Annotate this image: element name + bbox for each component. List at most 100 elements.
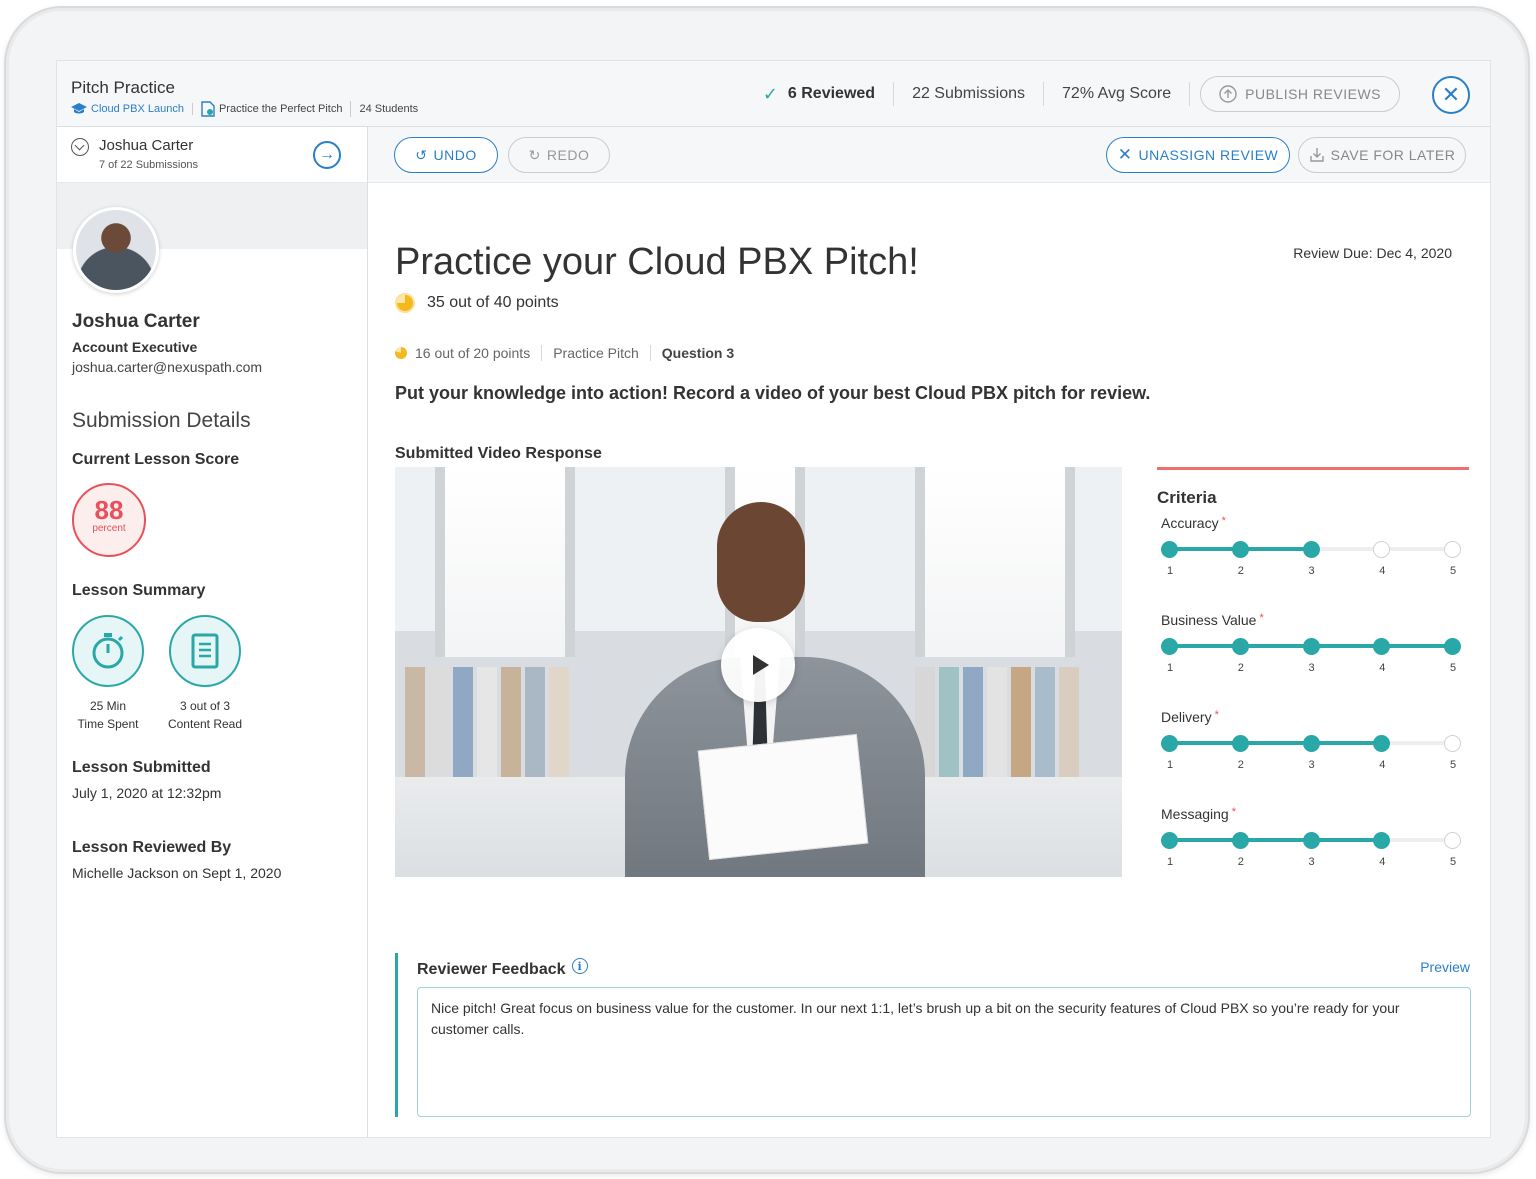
rating-scale-labels: 1 2 3 4 5 bbox=[1161, 662, 1461, 676]
criterion-name-text: Accuracy bbox=[1161, 515, 1219, 531]
rating-scale-label: 4 bbox=[1379, 759, 1386, 771]
slider-fill bbox=[1170, 741, 1383, 745]
rating-slider[interactable] bbox=[1161, 539, 1461, 559]
stopwatch-badge bbox=[72, 615, 144, 687]
rating-point-1[interactable] bbox=[1161, 638, 1178, 655]
time-spent-summary: 25 Min Time Spent bbox=[58, 615, 158, 733]
rating-point-1[interactable] bbox=[1161, 541, 1178, 558]
rating-point-4[interactable] bbox=[1373, 832, 1391, 849]
rating-point-2[interactable] bbox=[1231, 541, 1249, 558]
student-role: Account Executive bbox=[72, 339, 198, 355]
student-sidebar: Joshua Carter 7 of 22 Submissions → Josh… bbox=[57, 127, 368, 1137]
rating-point-5[interactable] bbox=[1444, 832, 1461, 849]
avatar bbox=[73, 207, 159, 293]
required-marker: * bbox=[1214, 709, 1219, 721]
question-number: Question 3 bbox=[661, 345, 735, 361]
content-read-summary: 3 out of 3 Content Read bbox=[155, 615, 255, 733]
rating-scale-label: 5 bbox=[1449, 759, 1457, 771]
time-spent-label: Time Spent bbox=[77, 717, 139, 731]
undo-button[interactable]: ↺ UNDO bbox=[394, 137, 498, 173]
document-icon bbox=[191, 633, 219, 669]
save-for-later-button[interactable]: SAVE FOR LATER bbox=[1298, 137, 1466, 173]
rating-scale-label: 4 bbox=[1379, 565, 1386, 577]
rating-point-2[interactable] bbox=[1231, 638, 1249, 655]
chevron-down-icon[interactable] bbox=[71, 138, 89, 156]
student-switcher[interactable]: Joshua Carter 7 of 22 Submissions → bbox=[57, 127, 367, 183]
breadcrumb-lesson[interactable]: Practice the Perfect Pitch bbox=[201, 101, 352, 117]
reviewed-stat: ✓ 6 Reviewed bbox=[745, 82, 895, 106]
document-badge bbox=[169, 615, 241, 687]
rating-point-3[interactable] bbox=[1302, 832, 1320, 849]
video-scene-head bbox=[717, 502, 805, 622]
arrow-right-icon: → bbox=[319, 146, 335, 163]
criteria-panel: Criteria Accuracy * 1 2 3 4 5 Business Value * 1 2… bbox=[1157, 467, 1469, 868]
rating-scale-label: 1 bbox=[1166, 565, 1174, 577]
rating-scale-label: 1 bbox=[1166, 662, 1174, 674]
unassign-review-label: UNASSIGN REVIEW bbox=[1138, 147, 1279, 163]
student-switcher-position: 7 of 22 Submissions bbox=[99, 159, 199, 171]
save-for-later-label: SAVE FOR LATER bbox=[1330, 147, 1456, 163]
student-name: Joshua Carter bbox=[72, 311, 200, 332]
rating-slider[interactable] bbox=[1161, 636, 1461, 656]
rating-point-4[interactable] bbox=[1373, 735, 1391, 752]
download-icon bbox=[1309, 148, 1324, 162]
rating-scale-label: 5 bbox=[1449, 565, 1457, 577]
criterion-name: Business Value * bbox=[1161, 612, 1461, 628]
rating-scale-label: 3 bbox=[1308, 565, 1315, 577]
criteria-accent-bar bbox=[1157, 467, 1469, 470]
undo-label: UNDO bbox=[433, 147, 477, 163]
preview-link[interactable]: Preview bbox=[1420, 959, 1470, 975]
rating-point-1[interactable] bbox=[1161, 832, 1178, 849]
assignment-title: Practice your Cloud PBX Pitch! bbox=[395, 241, 919, 283]
rating-point-3[interactable] bbox=[1302, 638, 1320, 655]
rating-scale-label: 5 bbox=[1449, 856, 1457, 868]
content-read-label: Content Read bbox=[167, 717, 243, 731]
redo-button[interactable]: ↻ REDO bbox=[508, 137, 610, 173]
criterion-messaging: Messaging * 1 2 3 4 5 bbox=[1161, 806, 1461, 870]
required-marker: * bbox=[1259, 612, 1264, 624]
progress-pie-small-icon bbox=[395, 347, 407, 359]
video-scene-paper bbox=[697, 733, 869, 861]
question-points: 16 out of 20 points bbox=[395, 345, 543, 361]
reviewer-feedback-input[interactable]: Nice pitch! Great focus on business valu… bbox=[417, 987, 1471, 1117]
rating-point-4[interactable] bbox=[1373, 638, 1391, 655]
close-button[interactable]: ✕ bbox=[1432, 76, 1470, 114]
score-unit: percent bbox=[92, 523, 126, 534]
rating-point-4[interactable] bbox=[1373, 541, 1391, 558]
submission-details-title: Submission Details bbox=[72, 409, 251, 432]
info-icon[interactable]: i bbox=[571, 958, 588, 974]
rating-scale-labels: 1 2 3 4 5 bbox=[1161, 565, 1461, 579]
rating-scale-label: 3 bbox=[1308, 856, 1315, 868]
rating-point-2[interactable] bbox=[1231, 735, 1249, 752]
rating-slider[interactable] bbox=[1161, 830, 1461, 850]
video-scene-window bbox=[435, 467, 575, 657]
lesson-reviewed-value: Michelle Jackson on Sept 1, 2020 bbox=[72, 865, 282, 881]
rating-slider[interactable] bbox=[1161, 733, 1461, 753]
breadcrumb-course[interactable]: Cloud PBX Launch bbox=[71, 103, 193, 115]
rating-point-5[interactable] bbox=[1444, 638, 1461, 655]
review-due-date: Review Due: Dec 4, 2020 bbox=[1293, 245, 1452, 261]
app-screen: Pitch Practice Cloud PBX Launch Practice… bbox=[56, 60, 1491, 1138]
rating-point-3[interactable] bbox=[1302, 541, 1320, 558]
rating-point-5[interactable] bbox=[1444, 735, 1461, 752]
criterion-name-text: Delivery bbox=[1161, 709, 1212, 725]
criterion-name: Delivery * bbox=[1161, 709, 1461, 725]
publish-reviews-button[interactable]: PUBLISH REVIEWS bbox=[1200, 76, 1400, 112]
reviewed-count: 6 Reviewed bbox=[787, 85, 876, 102]
next-student-button[interactable]: → bbox=[313, 141, 341, 169]
tablet-frame: Pitch Practice Cloud PBX Launch Practice… bbox=[4, 6, 1530, 1174]
reviewer-feedback-header: Reviewer Feedback i bbox=[417, 958, 588, 979]
video-response-label: Submitted Video Response bbox=[395, 445, 602, 462]
reviewer-feedback-section: Reviewer Feedback i Preview Nice pitch! … bbox=[395, 953, 1471, 1117]
student-email: joshua.carter@nexuspath.com bbox=[72, 359, 263, 375]
rating-point-2[interactable] bbox=[1231, 832, 1249, 849]
play-button[interactable] bbox=[721, 628, 795, 702]
video-player[interactable] bbox=[395, 467, 1122, 877]
unassign-review-button[interactable]: ✕ UNASSIGN REVIEW bbox=[1106, 137, 1290, 173]
rating-point-5[interactable] bbox=[1444, 541, 1461, 558]
breadcrumb-students-label: 24 Students bbox=[359, 103, 419, 115]
rating-point-1[interactable] bbox=[1161, 735, 1178, 752]
slider-fill bbox=[1170, 838, 1383, 842]
breadcrumb-students: 24 Students bbox=[359, 103, 426, 115]
rating-point-3[interactable] bbox=[1302, 735, 1320, 752]
